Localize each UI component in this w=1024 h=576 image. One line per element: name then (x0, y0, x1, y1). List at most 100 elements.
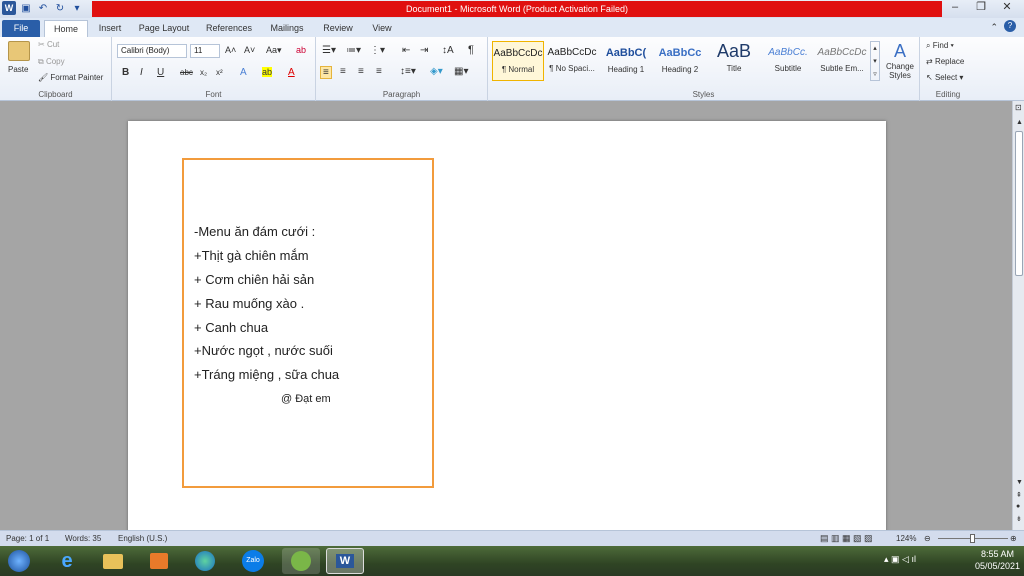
view-buttons-icon[interactable]: ▤ ▥ ▦ ▧ ▨ (820, 531, 873, 546)
clock[interactable]: 8:55 AM 05/05/2021 (975, 548, 1020, 572)
increase-indent-icon[interactable]: ⇥ (420, 45, 428, 56)
customize-qat-icon[interactable]: ▾ (70, 1, 84, 15)
bullets-icon[interactable]: ☰▾ (322, 45, 336, 56)
tab-mailings[interactable]: Mailings (264, 20, 310, 37)
format-painter-button[interactable]: 🖌 Format Painter (38, 73, 103, 82)
greenshot-icon[interactable] (282, 548, 320, 574)
menu-text-box[interactable]: -Menu ăn đám cưới : +Thịt gà chiên mắm +… (182, 158, 434, 488)
edge-icon[interactable] (186, 548, 224, 574)
styles-scroll-icon[interactable]: ▴ ▾ ▿ (870, 41, 880, 81)
font-color-icon[interactable]: A (288, 67, 295, 78)
align-left-icon[interactable]: ≡ (320, 66, 332, 79)
grow-font-icon[interactable]: A˄ (225, 45, 236, 55)
save-icon[interactable]: ▣ (19, 1, 33, 15)
decrease-indent-icon[interactable]: ⇤ (402, 45, 410, 56)
undo-icon[interactable]: ↶ (36, 1, 50, 15)
zoom-in-icon[interactable]: ⊕ (1010, 531, 1017, 546)
scroll-down-icon[interactable]: ▼ (1016, 479, 1023, 486)
borders-icon[interactable]: ▦▾ (454, 66, 468, 77)
tray-icons[interactable]: ▴ ▣ ◁ ıl (884, 554, 916, 565)
font-size-dropdown[interactable]: 11 (190, 44, 220, 58)
line-spacing-icon[interactable]: ↕≡▾ (400, 66, 416, 77)
zalo-icon[interactable]: Zalo (234, 548, 272, 574)
shrink-font-icon[interactable]: A˅ (244, 45, 255, 55)
tab-review[interactable]: Review (318, 20, 358, 37)
align-center-icon[interactable]: ≡ (340, 66, 346, 77)
redo-icon[interactable]: ↻ (53, 1, 67, 15)
media-player-icon[interactable] (140, 548, 178, 574)
close-icon[interactable]: ✕ (996, 0, 1018, 14)
tab-file[interactable]: File (2, 20, 40, 37)
restore-icon[interactable]: ❐ (970, 0, 992, 14)
menu-line[interactable]: +Tráng miệng , sữa chua (194, 367, 339, 382)
file-explorer-icon[interactable] (94, 548, 132, 574)
shading-icon[interactable]: ◈▾ (430, 66, 443, 77)
style-subtle-emphasis[interactable]: AaBbCcDc Subtle Em... (816, 41, 868, 81)
change-styles-button[interactable]: A Change Styles (884, 41, 916, 80)
align-right-icon[interactable]: ≡ (358, 66, 364, 77)
highlight-icon[interactable]: ab (262, 67, 273, 77)
superscript-icon[interactable]: x² (216, 68, 223, 77)
scroll-thumb[interactable] (1015, 131, 1023, 276)
menu-line[interactable]: +Nước ngọt , nước suối (194, 343, 333, 358)
bold-icon[interactable]: B (122, 67, 129, 78)
word-taskbar-icon[interactable]: W (326, 548, 364, 574)
underline-icon[interactable]: U (157, 67, 164, 78)
style-heading-2[interactable]: AaBbCc Heading 2 (654, 41, 706, 81)
justify-icon[interactable]: ≡ (376, 66, 382, 77)
menu-line[interactable]: +Thịt gà chiên mắm (194, 248, 309, 263)
tab-insert[interactable]: Insert (92, 20, 128, 37)
zoom-level[interactable]: 124% (896, 531, 916, 546)
start-orb-icon[interactable] (2, 548, 36, 574)
strikethrough-icon[interactable]: abc (180, 68, 193, 77)
clear-format-icon[interactable]: ab (296, 45, 306, 55)
style-no-spacing[interactable]: AaBbCcDc ¶ No Spaci... (546, 41, 598, 81)
select-button[interactable]: ↖ Select ▾ (926, 73, 963, 82)
font-name-dropdown[interactable]: Calibri (Body) (117, 44, 187, 58)
subscript-icon[interactable]: x₂ (200, 68, 207, 77)
minimize-icon[interactable]: – (944, 0, 966, 14)
vertical-scrollbar[interactable]: ⊡ ▲ ▼ ⇞ ● ⇟ (1012, 101, 1024, 530)
sort-icon[interactable]: ↕A (442, 45, 454, 56)
tab-home[interactable]: Home (44, 20, 88, 37)
change-case-icon[interactable]: Aa▾ (266, 45, 282, 56)
zoom-out-icon[interactable]: ⊖ (924, 531, 931, 546)
style-title[interactable]: AaB Title (708, 41, 760, 81)
paste-icon[interactable] (8, 41, 30, 61)
italic-icon[interactable]: I (140, 67, 143, 78)
word-count[interactable]: Words: 35 (65, 531, 101, 546)
multilevel-list-icon[interactable]: ⋮▾ (370, 45, 385, 56)
zoom-slider-thumb[interactable] (970, 534, 975, 543)
show-formatting-icon[interactable]: ¶ (468, 44, 474, 56)
select-browse-object-icon[interactable]: ● (1016, 503, 1020, 510)
previous-page-icon[interactable]: ⇞ (1016, 491, 1022, 499)
help-icon[interactable]: ? (1004, 20, 1016, 32)
scroll-up-icon[interactable]: ▲ (1016, 119, 1023, 126)
menu-line[interactable]: -Menu ăn đám cưới : (194, 224, 315, 239)
menu-line[interactable]: + Cơm chiên hải sản (194, 272, 314, 287)
minimize-ribbon-icon[interactable]: ⌃ (990, 22, 998, 33)
tab-view[interactable]: View (366, 20, 398, 37)
menu-line[interactable]: + Canh chua (194, 320, 268, 335)
replace-button[interactable]: ⇄ Replace (926, 57, 964, 66)
document-page[interactable]: -Menu ăn đám cưới : +Thịt gà chiên mắm +… (128, 121, 886, 530)
internet-explorer-icon[interactable]: e (48, 548, 86, 574)
signature[interactable]: @ Đạt em (281, 393, 331, 405)
paste-button[interactable]: Paste (8, 65, 28, 74)
next-page-icon[interactable]: ⇟ (1016, 515, 1022, 523)
menu-line[interactable]: + Rau muống xào . (194, 296, 304, 311)
numbering-icon[interactable]: ≔▾ (346, 45, 361, 56)
tab-references[interactable]: References (202, 20, 256, 37)
language[interactable]: English (U.S.) (118, 531, 167, 546)
find-button[interactable]: ⌕ Find ▾ (926, 41, 954, 51)
word-logo-icon[interactable]: W (2, 1, 16, 15)
text-effects-icon[interactable]: A (240, 67, 247, 78)
page-count[interactable]: Page: 1 of 1 (6, 531, 49, 546)
cut-button[interactable]: ✂ Cut (38, 40, 59, 49)
ruler-toggle-icon[interactable]: ⊡ (1015, 103, 1022, 112)
copy-button[interactable]: ⧉ Copy (38, 57, 65, 67)
style-heading-1[interactable]: AaBbC(Heading 1 (600, 41, 652, 81)
tab-page-layout[interactable]: Page Layout (134, 20, 194, 37)
style-subtitle[interactable]: AaBbCc. Subtitle (762, 41, 814, 81)
style-normal[interactable]: AaBbCcDc ¶ Normal (492, 41, 544, 81)
